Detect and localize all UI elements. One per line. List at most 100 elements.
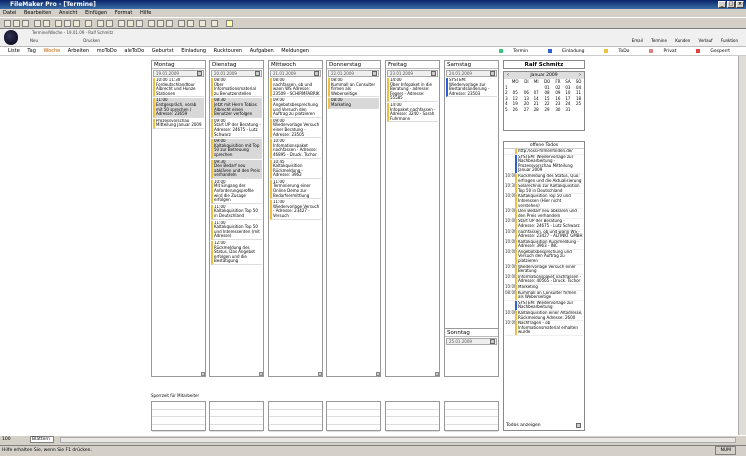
- horizontal-scrollbar[interactable]: [60, 437, 736, 443]
- column-scroll-handle[interactable]: [376, 372, 380, 376]
- appointment[interactable]: 11:00 Kaltakquisition Top 50 in Deutschl…: [211, 204, 262, 220]
- appointment[interactable]: 11:00 Terminierung einer Online Demo zur…: [270, 179, 321, 200]
- appointment[interactable]: 11:00 Kaltakquisition Top 50 und Interes…: [211, 220, 262, 240]
- menu-termine[interactable]: Termine: [651, 38, 667, 43]
- web-icon[interactable]: [211, 20, 218, 27]
- day-column-dienstag[interactable]: Dienstag 20.01.2009 08:00 Über Informati…: [209, 60, 264, 377]
- menu-verlauf[interactable]: Verlauf: [699, 38, 713, 43]
- vertical-scrollbar[interactable]: [738, 56, 746, 435]
- calendar-day[interactable]: 28: [531, 107, 541, 113]
- day-date[interactable]: 20.01.2009: [211, 70, 262, 77]
- sort-icon[interactable]: [97, 20, 104, 27]
- menu-bearbeiten[interactable]: Bearbeiten: [24, 10, 51, 16]
- appointment[interactable]: 08:00 nachfassen, ob und wann WS Adresse…: [270, 78, 321, 98]
- nav-tag[interactable]: Tag: [27, 48, 35, 54]
- calendar-icon[interactable]: [314, 71, 319, 76]
- calendar-icon[interactable]: [490, 71, 495, 76]
- todo-item[interactable]: 10:00 Start UP der Beratung - Adresse: 24…: [505, 218, 583, 230]
- zoom-icon[interactable]: [199, 20, 206, 27]
- day-date[interactable]: 25.01.2009: [446, 338, 497, 345]
- day-column-sonntag[interactable]: Sonntag 25.01.2009: [444, 328, 499, 377]
- day-column-mittwoch[interactable]: Mittwoch 21.01.2009 08:00 nachfassen, ob…: [268, 60, 323, 377]
- todo-item[interactable]: 10:00 Nachfragen - ob Informationsmateria…: [505, 320, 583, 336]
- mode-select[interactable]: Blättern: [30, 436, 54, 443]
- sperrzeit-slot[interactable]: [385, 401, 440, 432]
- nav-aufgaben[interactable]: Aufgaben: [250, 48, 274, 54]
- new-icon[interactable]: [4, 20, 11, 27]
- calendar-day[interactable]: 29: [541, 107, 553, 113]
- appointment[interactable]: 12:00 Rückmeldung des Status, Das Angebo…: [211, 241, 262, 265]
- align-center-icon[interactable]: [157, 20, 164, 27]
- todo-item[interactable]: 10:00 Kaltakquisition Top 50 und Interess…: [505, 194, 583, 210]
- day-column-freitag[interactable]: Freitag 23.01.2009 14:00 Über Infopaket …: [385, 60, 440, 377]
- day-date[interactable]: 22.01.2009: [328, 70, 379, 77]
- calendar-day[interactable]: 31: [563, 107, 573, 113]
- sperrzeit-slot[interactable]: [444, 401, 499, 432]
- help-icon[interactable]: [226, 20, 233, 27]
- todos-show-link[interactable]: Todos anzeigen: [506, 423, 541, 428]
- day-column-donnerstag[interactable]: Donnerstag 22.01.2009 08:00 Kummall an C…: [326, 60, 381, 377]
- day-date[interactable]: 19.01.2009: [153, 70, 204, 77]
- cut-icon[interactable]: [55, 20, 62, 27]
- nav-motodo[interactable]: moToDo: [97, 48, 117, 54]
- appointment[interactable]: 10:45 Kaltakquisition Rückmeldung - Adre…: [270, 159, 321, 179]
- preview-icon[interactable]: [43, 20, 50, 27]
- nav-liste[interactable]: Liste: [8, 48, 20, 54]
- appointment[interactable]: 11:00 Erstgespräch, vorab mit 50 spreche…: [153, 98, 204, 118]
- todo-item[interactable]: 10:00 Angebotsbesprechung und Versuch den…: [505, 249, 583, 265]
- sperrzeit-slot[interactable]: [268, 401, 323, 432]
- maximize-button[interactable]: □: [727, 1, 735, 8]
- zoom-level[interactable]: 100: [2, 437, 11, 442]
- day-column-montag[interactable]: Montag 19.01.2009 10:00 11:30 Fordeutsch…: [151, 60, 206, 377]
- todo-item[interactable]: 08:00 Kummall an Consulter firmen als Web…: [505, 290, 583, 301]
- appointment[interactable]: 08:00 Marketing: [328, 98, 379, 109]
- tab-drucken[interactable]: Drucken: [83, 38, 100, 43]
- save-icon[interactable]: [22, 20, 29, 27]
- align-left-icon[interactable]: [148, 20, 155, 27]
- calendar-day[interactable]: 26: [509, 107, 522, 113]
- minimize-button[interactable]: _: [718, 1, 726, 8]
- appointment[interactable]: 09:30 Den Bedarf neu abklären und den Pr…: [211, 159, 262, 179]
- nav-meldungen[interactable]: Meldungen: [281, 48, 309, 54]
- appointment[interactable]: SYSTEM: Wiedervorlage zur Bestandsänderu…: [446, 78, 497, 98]
- calendar-icon[interactable]: [372, 71, 377, 76]
- calendar-day[interactable]: 27: [522, 107, 532, 113]
- column-scroll-handle[interactable]: [318, 372, 322, 376]
- calendar-day[interactable]: [573, 107, 584, 113]
- print-icon[interactable]: [34, 20, 41, 27]
- table-icon[interactable]: [178, 20, 185, 27]
- nav-rucktouren[interactable]: Rucktouren: [214, 48, 242, 54]
- close-button[interactable]: ×: [736, 1, 744, 8]
- copy-icon[interactable]: [64, 20, 71, 27]
- paste-icon[interactable]: [73, 20, 80, 27]
- calendar-icon[interactable]: [197, 71, 202, 76]
- todo-item[interactable]: SYSTEM: Wiedervorlage zur Nachbearbeitun…: [505, 154, 583, 174]
- appointment[interactable]: 08:00 Kummall an Consulter firmen als We…: [328, 78, 379, 98]
- underline-icon[interactable]: [136, 20, 143, 27]
- align-right-icon[interactable]: [166, 20, 173, 27]
- appointment[interactable]: 09:00 Wiedervorlage Versuch einer Beratu…: [270, 118, 321, 139]
- appointment[interactable]: 09:00 Kaltakquisition mit Top 50 zur Bet…: [211, 139, 262, 159]
- appointment[interactable]: 08:00 Über Informationsmaterial zu Benut…: [211, 78, 262, 98]
- appointment[interactable]: 10:00 Infomationspaket nachfassen - Adre…: [270, 139, 321, 159]
- nav-arbeiten[interactable]: Arbeiten: [68, 48, 89, 54]
- appointment[interactable]: 10:00 Mit Eingang der Anforderungsprofil…: [211, 179, 262, 204]
- sperrzeit-slot[interactable]: [326, 401, 381, 432]
- sperrzeit-slot[interactable]: [151, 401, 206, 432]
- italic-icon[interactable]: [127, 20, 134, 27]
- menu-hilfe[interactable]: Hilfe: [140, 10, 151, 16]
- appointment[interactable]: Prozessvorschau Mitteilung Januar 2009: [153, 118, 204, 129]
- undo-icon[interactable]: [85, 20, 92, 27]
- open-icon[interactable]: [13, 20, 20, 27]
- menu-funktion[interactable]: Funktion: [721, 38, 738, 43]
- calendar-day[interactable]: 30: [553, 107, 563, 113]
- appointment[interactable]: 09:00 Start UP der Beratung - Adresse: 2…: [211, 118, 262, 139]
- appointment[interactable]: 11:00 Wiedervorlage Versuch - Adresse: 2…: [270, 200, 321, 220]
- column-scroll-handle[interactable]: [435, 372, 439, 376]
- menu-datei[interactable]: Datei: [3, 10, 16, 16]
- appointment[interactable]: 09:00 Angebotsbesprechung und Versuch de…: [270, 98, 321, 118]
- next-month-icon[interactable]: ›: [579, 72, 581, 79]
- nav-einladung[interactable]: Einladung: [181, 48, 206, 54]
- bold-icon[interactable]: [118, 20, 125, 27]
- column-scroll-handle[interactable]: [259, 372, 263, 376]
